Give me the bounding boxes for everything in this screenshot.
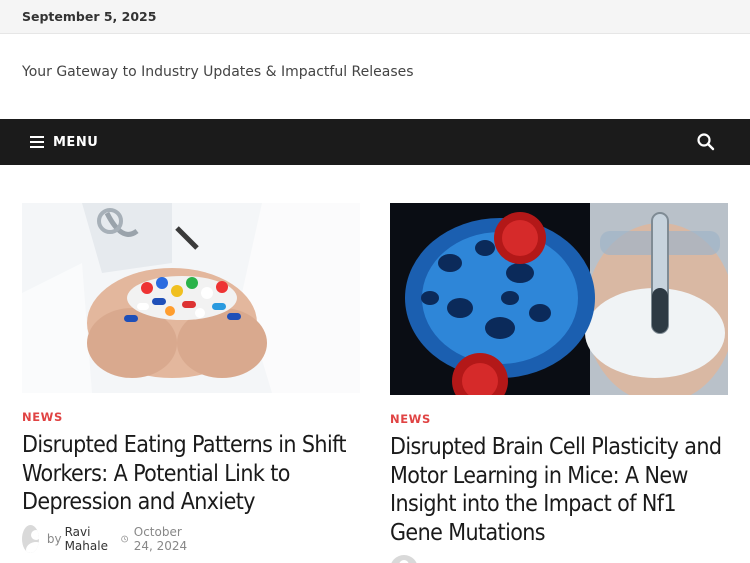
menu-label: MENU [53,134,99,150]
post-1-date[interactable]: October 24, 2024 [134,525,197,553]
post-1-image[interactable] [22,203,360,393]
post-2-category[interactable]: NEWS [390,412,431,426]
main-navbar: MENU [0,119,750,165]
author-avatar[interactable] [390,555,418,563]
post-1-category[interactable]: NEWS [22,410,63,424]
menu-button[interactable]: MENU [30,131,98,153]
post-1-meta: by Ravi Mahale October 24, 2024 [22,525,197,553]
author-avatar[interactable] [22,525,39,553]
top-bar: September 5, 2025 [0,0,750,34]
current-date: September 5, 2025 [22,9,157,24]
post-2-title[interactable]: Disrupted Brain Cell Plasticity and Moto… [390,433,725,547]
clock-icon [120,535,128,543]
post-1-title[interactable]: Disrupted Eating Patterns in Shift Worke… [22,431,357,517]
search-icon[interactable] [696,131,716,153]
post-1-author[interactable]: Ravi Mahale [65,525,109,553]
post-2-image[interactable] [390,203,728,395]
hamburger-icon [30,136,44,148]
site-tagline: Your Gateway to Industry Updates & Impac… [22,64,414,80]
by-label: by [46,532,62,546]
